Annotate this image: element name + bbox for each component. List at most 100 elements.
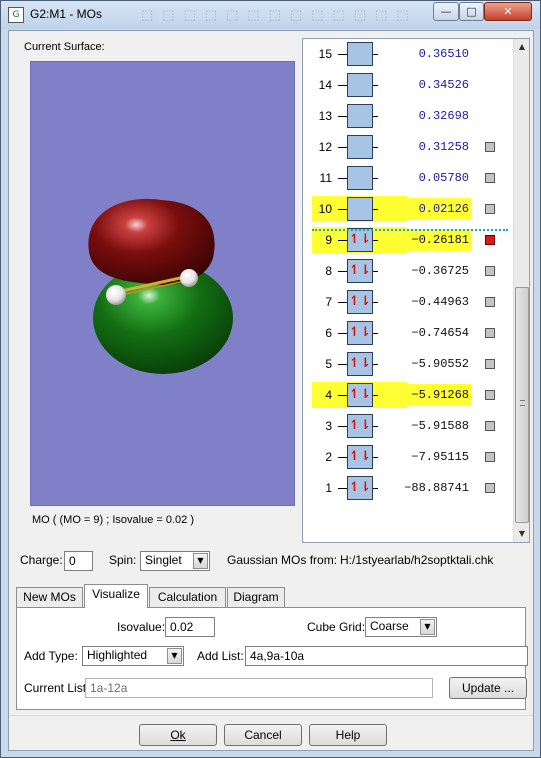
- grip-icon: [520, 400, 525, 406]
- mo-energy: 0.05780: [418, 171, 469, 185]
- mo-energy: 0.32698: [418, 109, 469, 123]
- cube-grid-select[interactable]: Coarse ▼: [365, 617, 437, 637]
- mo-number: 13: [318, 109, 332, 123]
- mo-row[interactable]: 14 0.34526: [304, 72, 514, 98]
- cube-grid-value: Coarse: [370, 619, 409, 633]
- update-button[interactable]: Update ...: [449, 677, 527, 699]
- hydrogen-atom: [180, 269, 198, 287]
- mo-number: 12: [318, 140, 332, 154]
- charge-field[interactable]: 0: [64, 551, 93, 571]
- orbital-render: [88, 198, 233, 374]
- mo-row[interactable]: 15 0.36510: [304, 41, 514, 67]
- mo-visibility-checkbox[interactable]: [485, 359, 495, 369]
- mo-number: 11: [319, 171, 332, 185]
- mo-row[interactable]: 4 ↿⇂ −5.91268: [304, 382, 514, 408]
- mo-row[interactable]: 8 ↿⇂ −0.36725: [304, 258, 514, 284]
- background-toolbar-icons: ⬚⬚⬚⬚⬚⬚⬚⬚⬚⬚⬚⬚⬚: [141, 7, 418, 22]
- occupied-orbital-icon: ↿⇂: [347, 476, 373, 500]
- add-list-field[interactable]: 4a,9a-10a: [245, 646, 528, 666]
- mo-row[interactable]: 12 0.31258: [304, 134, 514, 160]
- virtual-orbital-icon: [347, 73, 373, 97]
- virtual-orbital-icon: [347, 42, 373, 66]
- charge-spin-row: Charge: 0 Spin: Singlet ▼ Gaussian MOs f…: [9, 549, 535, 573]
- mo-energy: 0.02126: [418, 202, 469, 216]
- tab-visualize[interactable]: Visualize: [84, 584, 148, 608]
- mo-row[interactable]: 1 ↿⇂ −88.88741: [304, 475, 514, 501]
- occupied-orbital-icon: ↿⇂: [347, 445, 373, 469]
- add-list-label: Add List:: [197, 649, 244, 663]
- occupied-orbital-icon: ↿⇂: [347, 414, 373, 438]
- mo-visibility-checkbox[interactable]: [485, 421, 495, 431]
- dialog-button-bar: Ok Cancel Help: [9, 715, 533, 751]
- mo-visibility-checkbox[interactable]: [485, 142, 495, 152]
- occupied-orbital-icon: ↿⇂: [347, 228, 373, 252]
- cancel-button[interactable]: Cancel: [224, 724, 302, 746]
- tab-new-mos[interactable]: New MOs: [16, 587, 83, 607]
- mo-row[interactable]: 13 0.32698: [304, 103, 514, 129]
- chevron-down-icon[interactable]: ▼: [420, 619, 435, 635]
- mo-row[interactable]: 11 0.05780: [304, 165, 514, 191]
- mo-number: 15: [318, 47, 332, 61]
- isovalue-field[interactable]: 0.02: [165, 617, 215, 637]
- mo-visibility-checkbox[interactable]: [485, 204, 495, 214]
- mo-row[interactable]: 5 ↿⇂ −5.90552: [304, 351, 514, 377]
- tab-diagram[interactable]: Diagram: [227, 587, 285, 607]
- tab-calculation[interactable]: Calculation: [149, 587, 226, 607]
- mo-visibility-checkbox[interactable]: [485, 390, 495, 400]
- mo-row[interactable]: 3 ↿⇂ −5.91588: [304, 413, 514, 439]
- close-button[interactable]: ✕: [484, 2, 532, 21]
- mo-source-label: Gaussian MOs from:: [227, 553, 338, 567]
- mo-visibility-checkbox[interactable]: [485, 328, 495, 338]
- mo-row[interactable]: 6 ↿⇂ −0.74654: [304, 320, 514, 346]
- positive-lobe: [88, 198, 215, 285]
- scrollbar-thumb[interactable]: [515, 287, 529, 523]
- spin-label: Spin:: [109, 553, 137, 567]
- ok-button[interactable]: Ok: [139, 724, 217, 746]
- mo-source-path: H:/1styearlab/h2soptktali.chk: [340, 553, 494, 567]
- mo-row[interactable]: 7 ↿⇂ −0.44963: [304, 289, 514, 315]
- mo-visibility-checkbox[interactable]: [485, 235, 495, 245]
- help-label: Help: [335, 728, 361, 742]
- title-bar[interactable]: G G2:M1 - MOs ⬚⬚⬚⬚⬚⬚⬚⬚⬚⬚⬚⬚⬚ — □ ✕: [1, 1, 540, 29]
- charge-label: Charge:: [20, 553, 63, 567]
- spin-select[interactable]: Singlet ▼: [140, 551, 210, 571]
- mo-number: 4: [325, 388, 332, 402]
- mo-energy-list[interactable]: 15 0.36510 14 0.34526 13 0.32698 12 0.31258 11 0.…: [302, 38, 530, 543]
- cancel-label: Cancel: [244, 728, 282, 742]
- mo-energy: 0.36510: [418, 47, 469, 61]
- current-list-field: 1a-12a: [85, 678, 433, 698]
- help-button[interactable]: Help: [309, 724, 387, 746]
- visualize-panel: Isovalue: 0.02 Cube Grid: Coarse ▼ Add T…: [16, 607, 528, 710]
- scroll-down-arrow-icon[interactable]: ▼: [516, 528, 528, 540]
- add-type-select[interactable]: Highlighted ▼: [82, 646, 184, 666]
- mo-number: 6: [325, 326, 332, 340]
- mo-energy: −5.91268: [411, 388, 469, 402]
- scroll-up-arrow-icon[interactable]: ▲: [516, 41, 528, 53]
- occupied-orbital-icon: ↿⇂: [347, 321, 373, 345]
- virtual-orbital-icon: [347, 197, 373, 221]
- mo-number: 3: [325, 419, 332, 433]
- mo-list-scrollbar[interactable]: ▲ ▼: [513, 39, 529, 542]
- minimize-button[interactable]: —: [433, 2, 459, 21]
- mo-row[interactable]: 2 ↿⇂ −7.95115: [304, 444, 514, 470]
- mo-row[interactable]: 10 0.02126: [304, 196, 514, 222]
- mo-energy: −0.36725: [411, 264, 469, 278]
- surface-viewport[interactable]: [30, 61, 295, 506]
- chevron-down-icon[interactable]: ▼: [193, 553, 208, 569]
- mo-visibility-checkbox[interactable]: [485, 266, 495, 276]
- dialog-body: Current Surface: MO ((MO = 9) ; Isovalu…: [8, 30, 534, 751]
- maximize-button[interactable]: □: [459, 2, 484, 21]
- mo-visibility-checkbox[interactable]: [485, 452, 495, 462]
- mo-energy: −7.95115: [411, 450, 469, 464]
- chevron-down-icon[interactable]: ▼: [167, 648, 182, 664]
- mo-number: 8: [325, 264, 332, 278]
- mo-visibility-checkbox[interactable]: [485, 297, 495, 307]
- current-surface-label: Current Surface:: [24, 41, 105, 53]
- hydrogen-atom: [106, 285, 126, 305]
- mo-visibility-checkbox[interactable]: [485, 173, 495, 183]
- mos-window: G G2:M1 - MOs ⬚⬚⬚⬚⬚⬚⬚⬚⬚⬚⬚⬚⬚ — □ ✕ Curren…: [0, 0, 541, 758]
- mo-energy: −0.74654: [411, 326, 469, 340]
- mo-number: 2: [325, 450, 332, 464]
- add-type-value: Highlighted: [87, 648, 148, 662]
- mo-visibility-checkbox[interactable]: [485, 483, 495, 493]
